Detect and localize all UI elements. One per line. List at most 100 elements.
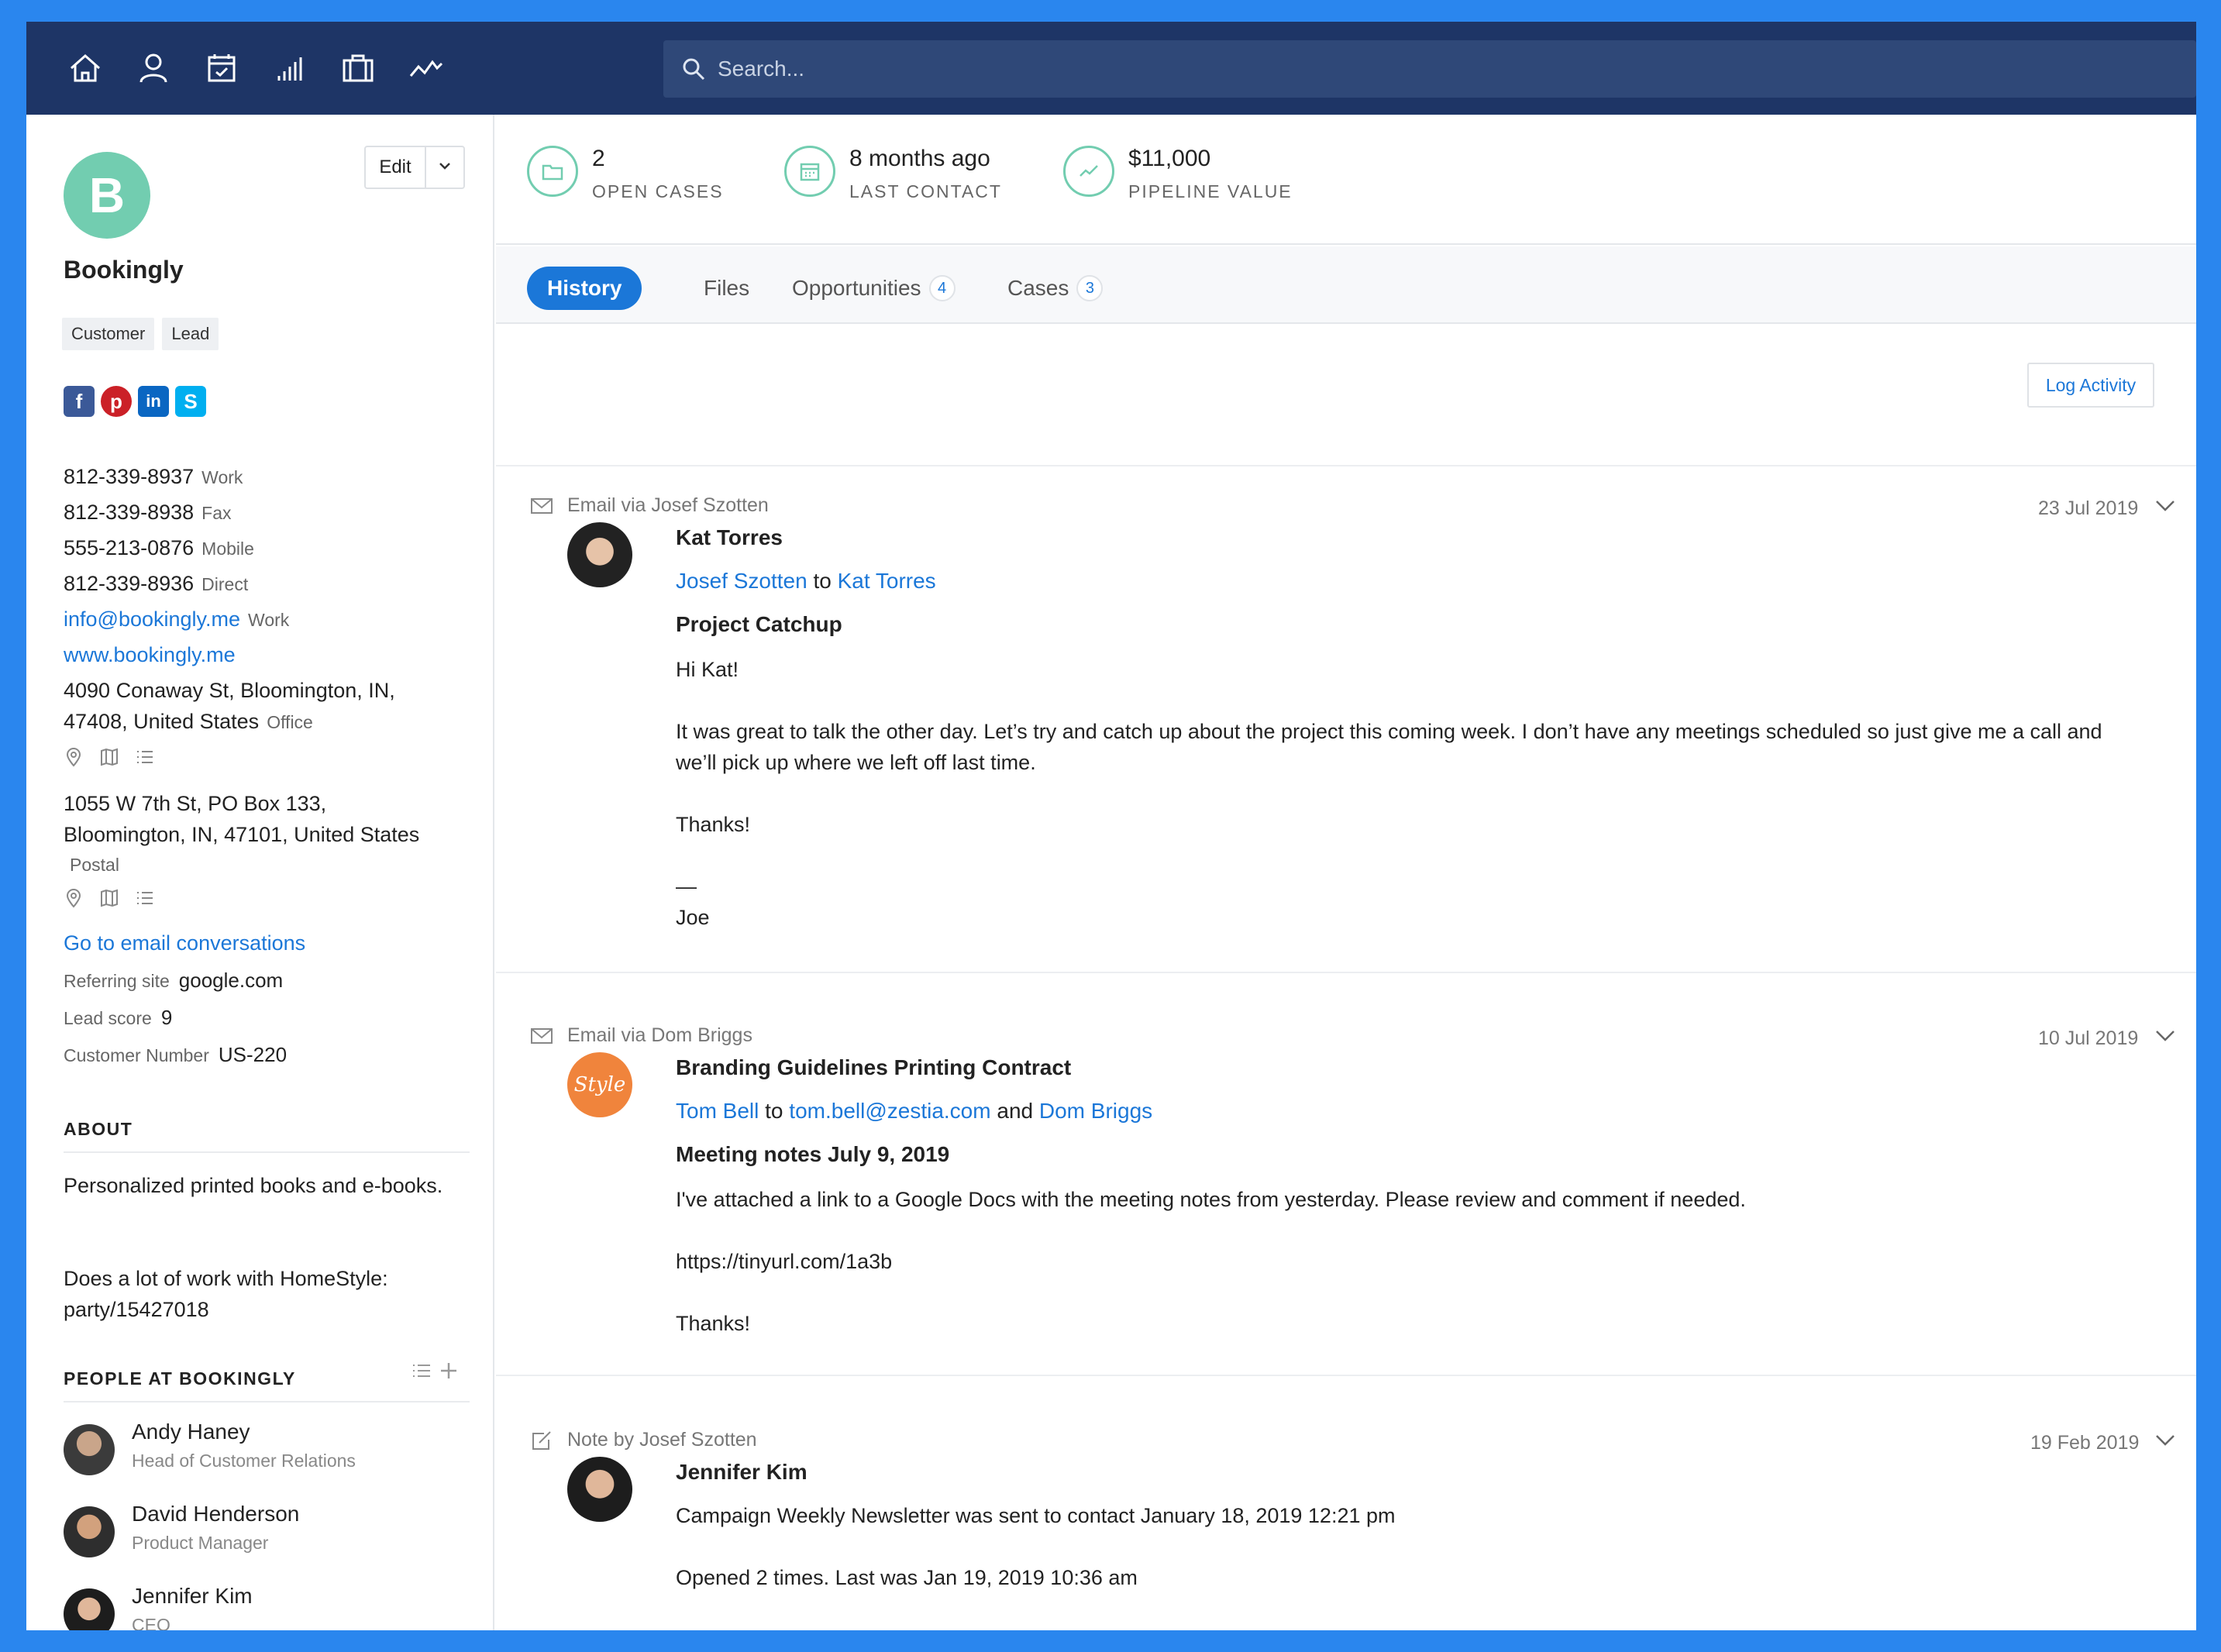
person-name[interactable]: Andy Haney (132, 1420, 356, 1444)
tab-history[interactable]: History (527, 267, 642, 310)
field-referring-site: Referring site google.com (64, 969, 283, 993)
list-icon[interactable] (411, 1361, 432, 1381)
person-icon[interactable] (133, 48, 174, 88)
search-input[interactable] (718, 40, 2175, 98)
tag-customer[interactable]: Customer (62, 318, 155, 350)
phone-number[interactable]: 812-339-8936 (64, 572, 194, 595)
phone-direct[interactable]: 812-339-8936 Direct (64, 572, 248, 596)
address1-line2-row: 47408, United States Office (64, 710, 313, 734)
entry-recipients: Josef Szotten to Kat Torres (676, 569, 936, 594)
phone-type: Work (201, 467, 243, 487)
social-links: f p in S (64, 386, 206, 417)
person-andy-haney[interactable]: Andy Haney Head of Customer Relations (64, 1420, 356, 1475)
log-activity-button[interactable]: Log Activity (2027, 363, 2154, 408)
to-word: to (765, 1099, 783, 1123)
entry-subject: Project Catchup (676, 612, 842, 636)
add-person-icon[interactable] (439, 1361, 459, 1381)
entry-source: Note by Josef Szotten (567, 1429, 757, 1451)
chevron-down-icon[interactable] (2154, 499, 2176, 517)
tab-label[interactable]: History (547, 276, 622, 301)
entry-contact-name[interactable]: Jennifer Kim (676, 1460, 807, 1485)
map-icon[interactable] (99, 888, 119, 908)
top-nav (26, 22, 2196, 115)
entry-dash: — (676, 875, 697, 898)
about-party-link[interactable]: party/15427018 (64, 1294, 451, 1325)
tab-opportunities[interactable]: Opportunities 4 (792, 267, 956, 310)
linkedin-icon[interactable]: in (138, 386, 169, 417)
tab-label[interactable]: Opportunities (792, 276, 921, 301)
phone-mobile[interactable]: 555-213-0876 Mobile (64, 536, 254, 560)
tab-label[interactable]: Cases (1007, 276, 1069, 301)
divider (64, 1401, 470, 1402)
bar-chart-icon[interactable] (270, 48, 310, 88)
person-name[interactable]: David Henderson (132, 1502, 299, 1526)
search-bar[interactable] (663, 40, 2196, 98)
entry-date: 10 Jul 2019 (2038, 1027, 2139, 1049)
entry-title[interactable]: Branding Guidelines Printing Contract (676, 1055, 1071, 1080)
list-icon[interactable] (135, 747, 155, 767)
chevron-down-icon[interactable] (2154, 1433, 2176, 1451)
email-conversations-link[interactable]: Go to email conversations (64, 931, 305, 955)
tab-label[interactable]: Files (704, 276, 749, 301)
entry-contact-name[interactable]: Kat Torres (676, 525, 783, 550)
note-edit-icon (532, 1430, 551, 1450)
edit-button[interactable]: Edit (364, 146, 465, 189)
address-type: Office (267, 712, 313, 732)
map-icon[interactable] (99, 747, 119, 767)
person-role: Product Manager (132, 1533, 269, 1553)
stat-value: 2 (592, 146, 605, 171)
stat-label: LAST CONTACT (849, 181, 1002, 201)
folder-icon (527, 146, 578, 197)
tab-files[interactable]: Files (704, 267, 749, 310)
entry-source: Email via Josef Szotten (567, 494, 769, 516)
edit-label[interactable]: Edit (366, 147, 426, 188)
pinterest-icon[interactable]: p (101, 386, 132, 417)
cc-link[interactable]: Dom Briggs (1039, 1099, 1152, 1123)
tag-lead[interactable]: Lead (162, 318, 219, 350)
tab-cases[interactable]: Cases 3 (1007, 267, 1104, 310)
field-value: US-220 (218, 1043, 288, 1066)
home-icon[interactable] (65, 48, 105, 88)
sender-link[interactable]: Tom Bell (676, 1099, 759, 1123)
sender-link[interactable]: Josef Szotten (676, 569, 807, 593)
phone-work[interactable]: 812-339-8937 Work (64, 465, 243, 489)
calendar-icon[interactable] (201, 48, 242, 88)
chevron-down-icon[interactable] (2154, 1029, 2176, 1047)
stat-last-contact[interactable]: 8 months ago LAST CONTACT (784, 146, 1002, 202)
chevron-down-icon[interactable] (426, 160, 463, 174)
map-pin-icon[interactable] (64, 888, 84, 908)
person-avatar (64, 1506, 115, 1557)
about-text-2: Does a lot of work with HomeStyle: (64, 1267, 388, 1290)
stat-open-cases[interactable]: 2 OPEN CASES (527, 146, 724, 202)
facebook-icon[interactable]: f (64, 386, 95, 417)
envelope-icon (531, 1027, 553, 1044)
address1-actions (64, 747, 155, 767)
activity-icon[interactable] (406, 48, 446, 88)
website-link[interactable]: www.bookingly.me (64, 643, 236, 666)
tab-bar: History Files Opportunities 4 Cases 3 (496, 246, 2196, 324)
email-link[interactable]: info@bookingly.me (64, 607, 240, 631)
recipient-link[interactable]: Kat Torres (838, 569, 936, 593)
person-role: CEO (132, 1615, 170, 1630)
person-jennifer-kim[interactable]: Jennifer Kim CEO (64, 1584, 253, 1630)
person-david-henderson[interactable]: David Henderson Product Manager (64, 1502, 299, 1557)
phone-number[interactable]: 812-339-8937 (64, 465, 194, 488)
stat-pipeline-value[interactable]: $11,000 PIPELINE VALUE (1063, 146, 1293, 202)
phone-number[interactable]: 812-339-8938 (64, 501, 194, 524)
app-window: B Edit Bookingly Customer Lead f p in S … (26, 22, 2196, 1630)
phone-number[interactable]: 555-213-0876 (64, 536, 194, 559)
recipient-link[interactable]: tom.bell@zestia.com (789, 1099, 990, 1123)
divider (64, 1151, 470, 1153)
map-pin-icon[interactable] (64, 747, 84, 767)
company-avatar: B (64, 152, 150, 239)
contact-sidebar: B Edit Bookingly Customer Lead f p in S … (26, 115, 494, 1630)
skype-icon[interactable]: S (175, 386, 206, 417)
tab-badge: 4 (928, 275, 956, 301)
person-name[interactable]: Jennifer Kim (132, 1584, 253, 1609)
briefcase-icon[interactable] (338, 48, 378, 88)
email-row: info@bookingly.me Work (64, 607, 289, 632)
list-icon[interactable] (135, 888, 155, 908)
about-text: Personalized printed books and e-books. (64, 1174, 443, 1197)
phone-fax[interactable]: 812-339-8938 Fax (64, 501, 232, 525)
entry-link[interactable]: https://tinyurl.com/1a3b (676, 1246, 2148, 1277)
